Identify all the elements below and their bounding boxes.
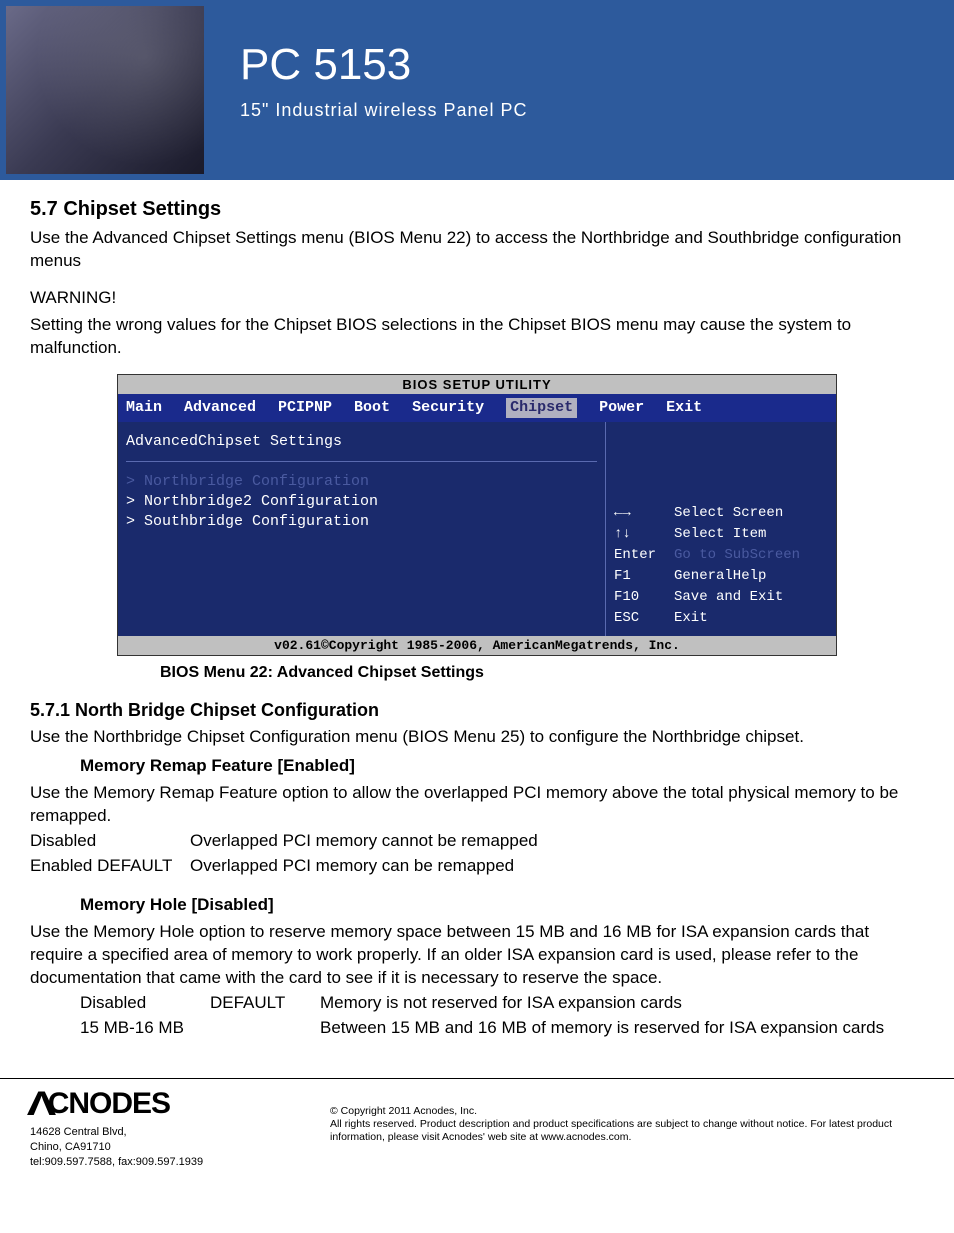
footer-legal: All rights reserved. Product description… [330,1118,924,1144]
option-value: 15 MB-16 MB [80,1017,210,1040]
brand-text: CNODES [48,1087,170,1121]
bios-tab-security[interactable]: Security [412,398,484,418]
bios-panel-title: AdvancedChipset Settings [126,432,597,452]
bios-tab-advanced[interactable]: Advanced [184,398,256,418]
option-default-tag: DEFAULT [210,992,320,1015]
option-row: Disabled Overlapped PCI memory cannot be… [30,830,924,853]
option-row: 15 MB-16 MB Between 15 MB and 16 MB of m… [80,1017,924,1040]
bios-help-label: Select Item [674,525,766,544]
bios-help-row: F1GeneralHelp [614,567,828,586]
bios-help-label: Save and Exit [674,588,783,607]
bios-help-row: ↑↓Select Item [614,525,828,544]
bios-item-southbridge[interactable]: > Southbridge Configuration [126,512,597,532]
bios-help-label: Exit [674,609,708,628]
bios-tab-pcipnp[interactable]: PCIPNP [278,398,332,418]
bios-caption: BIOS Menu 22: Advanced Chipset Settings [160,662,924,684]
header-text-block: PC 5153 15" Industrial wireless Panel PC [210,0,954,180]
header-banner: PC 5153 15" Industrial wireless Panel PC [0,0,954,180]
option-desc: Overlapped PCI memory cannot be remapped [190,830,538,853]
bios-help-label: Go to SubScreen [674,546,800,565]
section-heading: 5.7 Chipset Settings [30,196,924,223]
subsection-text: Use the Northbridge Chipset Configuratio… [30,726,924,749]
bios-tab-power[interactable]: Power [599,398,644,418]
footer-copyright: © Copyright 2011 Acnodes, Inc. [330,1105,924,1118]
section-intro: Use the Advanced Chipset Settings menu (… [30,227,924,273]
product-title: PC 5153 [240,40,924,90]
bios-help-row: F10Save and Exit [614,588,828,607]
warning-label: WARNING! [30,287,924,310]
bios-tab-boot[interactable]: Boot [354,398,390,418]
bios-help-key: F10 [614,588,674,607]
option-value: Enabled DEFAULT [30,855,190,878]
option-value: Disabled [30,830,190,853]
footer-address-line: Chino, CA91710 [30,1141,330,1154]
bios-help-key: Enter [614,546,674,565]
page-content: 5.7 Chipset Settings Use the Advanced Ch… [0,180,954,1060]
subsection-heading: 5.7.1 North Bridge Chipset Configuration [30,698,924,722]
bios-item-northbridge2[interactable]: > Northbridge2 Configuration [126,492,597,512]
bios-help-row: EnterGo to SubScreen [614,546,828,565]
option-desc: Memory is not reserved for ISA expansion… [320,992,924,1015]
option-default-tag [210,1017,320,1040]
bios-figure: BIOS SETUP UTILITY Main Advanced PCIPNP … [117,374,837,657]
page-footer: Λ CNODES 14628 Central Blvd, Chino, CA91… [0,1078,954,1200]
bios-help-key: ←→ [614,504,674,523]
footer-address-line: tel:909.597.7588, fax:909.597.1939 [30,1156,330,1169]
bios-tab-chipset[interactable]: Chipset [506,398,577,418]
footer-right: © Copyright 2011 Acnodes, Inc. All right… [330,1085,924,1170]
bios-help-label: Select Screen [674,504,783,523]
option-heading-memory-remap: Memory Remap Feature [Enabled] [80,755,924,778]
bios-help-key: ESC [614,609,674,628]
option-value: Disabled [80,992,210,1015]
warning-text: Setting the wrong values for the Chipset… [30,314,924,360]
footer-left: Λ CNODES 14628 Central Blvd, Chino, CA91… [30,1085,330,1170]
option-text-memory-remap: Use the Memory Remap Feature option to a… [30,782,924,828]
bios-divider [126,461,597,462]
bios-item-northbridge[interactable]: > Northbridge Configuration [126,472,597,492]
bios-title-bar: BIOS SETUP UTILITY [118,375,836,395]
bios-help-label: GeneralHelp [674,567,766,586]
brand-logo: Λ CNODES [30,1085,330,1124]
footer-address-line: 14628 Central Blvd, [30,1126,330,1139]
bios-menu-tabs: Main Advanced PCIPNP Boot Security Chips… [118,394,836,422]
option-row: Enabled DEFAULT Overlapped PCI memory ca… [30,855,924,878]
bios-tab-exit[interactable]: Exit [666,398,702,418]
option-desc: Overlapped PCI memory can be remapped [190,855,514,878]
bios-help-row: ESCExit [614,609,828,628]
option-heading-memory-hole: Memory Hole [Disabled] [80,894,924,917]
bios-left-panel: AdvancedChipset Settings > Northbridge C… [118,422,606,635]
option-text-memory-hole: Use the Memory Hole option to reserve me… [30,921,924,990]
product-thumbnail [0,0,210,180]
option-desc: Between 15 MB and 16 MB of memory is res… [320,1017,924,1040]
bios-footer-bar: v02.61©Copyright 1985-2006, AmericanMega… [118,636,836,656]
product-subtitle: 15" Industrial wireless Panel PC [240,100,924,121]
bios-help-key: F1 [614,567,674,586]
bios-window: BIOS SETUP UTILITY Main Advanced PCIPNP … [117,374,837,657]
bios-body: AdvancedChipset Settings > Northbridge C… [118,422,836,635]
bios-help-row: ←→Select Screen [614,504,828,523]
bios-help-key: ↑↓ [614,525,674,544]
bios-tab-main[interactable]: Main [126,398,162,418]
bios-help-panel: ←→Select Screen ↑↓Select Item EnterGo to… [606,422,836,635]
option-row: Disabled DEFAULT Memory is not reserved … [80,992,924,1015]
brand-swoosh-icon: Λ [27,1085,55,1124]
